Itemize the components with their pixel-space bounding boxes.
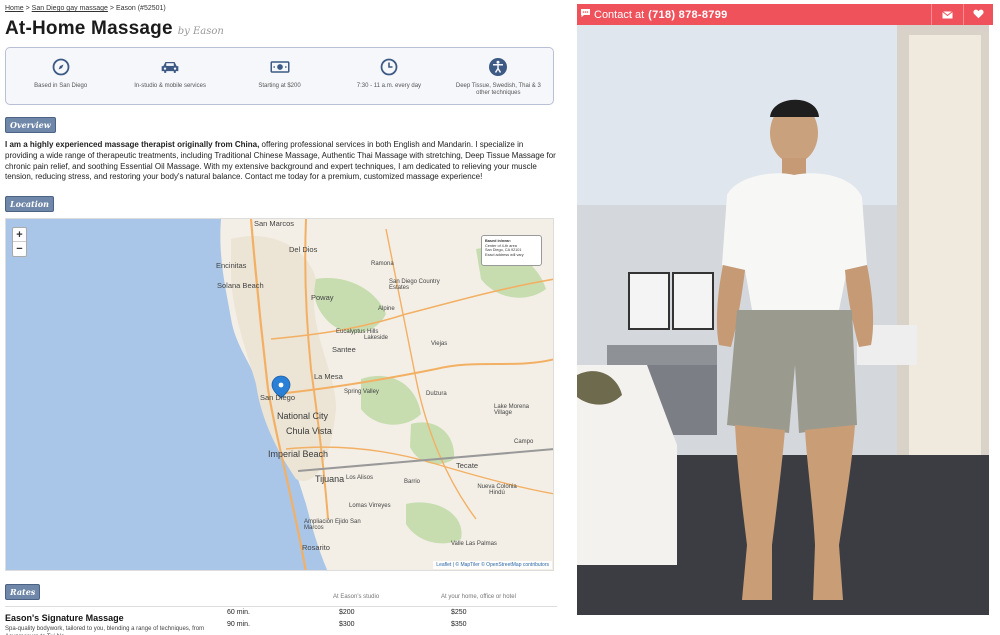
map-place-label: Chula Vista <box>286 426 332 436</box>
map-place-label: Poway <box>311 293 334 302</box>
breadcrumb-separator: > <box>107 5 116 12</box>
rate-studio-price: $300 <box>339 621 355 628</box>
favorite-button[interactable] <box>963 4 993 25</box>
breadcrumb-separator: > <box>23 5 32 12</box>
envelope-icon <box>942 6 953 24</box>
map-attribution-link[interactable]: Leaflet | © MapTiler © OpenStreetMap con… <box>433 561 552 569</box>
page-title: At-Home Massage <box>5 18 173 39</box>
clock-icon <box>379 57 399 77</box>
map-place-label: Valle Las Palmas <box>451 541 497 547</box>
popup-line: Exact address will vary <box>485 252 524 257</box>
profile-photo[interactable] <box>577 25 989 615</box>
map-place-label: Campo <box>514 439 534 445</box>
overview-text: I am a highly experienced massage therap… <box>5 140 557 183</box>
section-label-rates: Rates <box>5 584 41 600</box>
profile-main: Home > San Diego gay massage > Eason (#5… <box>5 4 557 635</box>
map-place-label: Dulzura <box>426 391 447 397</box>
map-place-label: Tijuana <box>315 474 345 484</box>
map-place-label: Alpine <box>378 306 395 312</box>
fact-location: Based in San Diego <box>6 48 115 104</box>
contact-label: Contact at <box>594 8 645 21</box>
map-place-label: Barrio <box>404 479 421 485</box>
map-place-label: La Mesa <box>314 372 343 381</box>
zoom-in-button[interactable]: + <box>13 228 26 242</box>
compass-icon <box>51 57 71 77</box>
contact-bar: Contact at (718) 878-8799 <box>577 4 993 25</box>
fact-text: 7:30 - 11 a.m. every day <box>356 83 422 89</box>
map-place-label: Del Dios <box>289 245 318 254</box>
map-place-label: San Diego Country Estates <box>389 279 440 291</box>
map-place-label: Ampliación Ejido San Marcos <box>304 519 361 531</box>
map-place-label: National City <box>277 411 329 421</box>
map-place-label: Tecate <box>456 461 479 470</box>
map-place-label: Imperial Beach <box>268 449 329 459</box>
map-place-label: Lake Morena Village <box>494 404 530 416</box>
fact-text: Starting at $200 <box>258 83 301 89</box>
fact-services: In-studio & mobile services <box>115 48 224 104</box>
breadcrumb: Home > San Diego gay massage > Eason (#5… <box>5 4 557 15</box>
breadcrumb-current: Eason (#52501) <box>115 5 166 12</box>
map-zoom-control: + − <box>12 227 27 257</box>
map-info-popup: Based in/near: Center of 4-th area San D… <box>481 235 542 266</box>
map-place-label: Los Alisos <box>346 475 374 481</box>
money-icon <box>270 57 290 77</box>
heart-icon <box>973 6 984 24</box>
fact-text: In-studio & mobile services <box>134 83 206 89</box>
map-place-label: Solana Beach <box>217 281 264 290</box>
email-button[interactable] <box>931 4 963 25</box>
service-description: Spa-quality bodywork, tailored to you, b… <box>5 626 205 635</box>
chat-icon <box>580 8 591 21</box>
map-place-label: Ramona <box>371 261 394 267</box>
rates-column-header-studio: At Eason's studio <box>333 594 380 600</box>
breadcrumb-category-link[interactable]: San Diego gay massage <box>32 5 108 12</box>
fact-techniques: Deep Tissue, Swedish, Thai & 3 other tec… <box>444 48 553 104</box>
fact-text: Deep Tissue, Swedish, Thai & 3 other tec… <box>455 83 541 96</box>
fact-hours: 7:30 - 11 a.m. every day <box>334 48 443 104</box>
rate-duration: 60 min. <box>227 609 250 616</box>
map-place-label: Lakeside <box>364 335 389 341</box>
fact-price: Starting at $200 <box>225 48 334 104</box>
location-map[interactable]: San Marcos Del Dios Encinitas Ramona San… <box>5 218 554 571</box>
map-place-label: Rosarito <box>302 543 330 552</box>
rate-studio-price: $200 <box>339 609 355 616</box>
rate-home-price: $250 <box>451 609 467 616</box>
overview-lead: I am a highly experienced massage therap… <box>5 140 260 149</box>
fact-text: Based in San Diego <box>34 83 88 89</box>
car-icon <box>160 57 180 77</box>
map-place-label: Nueva Colonia Hindú <box>477 484 517 496</box>
map-place-label: Spring Valley <box>344 389 379 395</box>
accessibility-icon <box>488 57 508 77</box>
section-label-overview: Overview <box>5 117 56 133</box>
map-place-label: San Diego <box>260 393 296 402</box>
contact-phone-button[interactable]: Contact at (718) 878-8799 <box>577 4 931 25</box>
rates-divider <box>5 606 557 607</box>
map-place-label: San Marcos <box>254 219 295 228</box>
rate-home-price: $350 <box>451 621 467 628</box>
therapist-byline: by Eason <box>177 26 224 37</box>
section-label-location: Location <box>5 196 54 212</box>
breadcrumb-home-link[interactable]: Home <box>5 5 24 12</box>
rate-duration: 90 min. <box>227 621 250 628</box>
map-place-label: Lomas Virreyes <box>349 503 391 509</box>
contact-phone-number: (718) 878-8799 <box>648 8 728 21</box>
map-place-label: Viejas <box>431 341 448 347</box>
map-place-label: Encinitas <box>216 261 247 270</box>
service-name: Eason's Signature Massage <box>5 613 124 623</box>
quick-facts-box: Based in San Diego In-studio & mobile se… <box>5 47 554 105</box>
zoom-out-button[interactable]: − <box>13 242 26 256</box>
rates-column-header-home: At your home, office or hotel <box>441 594 516 600</box>
map-place-label: Santee <box>332 345 356 354</box>
title-row: At-Home Massage by Eason <box>5 18 557 42</box>
